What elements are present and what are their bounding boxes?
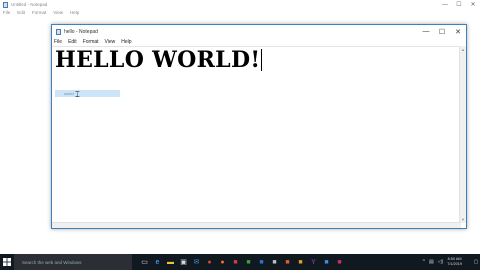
yahoo-icon[interactable]: Y xyxy=(307,254,320,270)
clock-date: 7/1/2019 xyxy=(447,262,462,266)
editor-line-1: HELLO WORLD! xyxy=(55,47,263,73)
window-title-bar[interactable]: hello - Notepad — ☐ ✕ xyxy=(52,25,466,38)
close-button[interactable]: ✕ xyxy=(450,25,466,38)
selected-text: world xyxy=(64,91,74,96)
app-icon-2[interactable]: ■ xyxy=(242,254,255,270)
maximize-button[interactable]: ☐ xyxy=(452,0,466,9)
background-window-title: Untitled - Notepad xyxy=(11,2,48,7)
system-tray: ^ ▤ ◁) 8:50 AM 7/1/2019 ▢ xyxy=(423,254,480,270)
editor-text-area[interactable]: HELLO WORLD! world ⌶ xyxy=(52,46,461,223)
taskbar-pinned-apps: ▭ e ▬ ▣ ✉ ● ● ■ ■ ■ ■ ■ ■ Y ■ ■ xyxy=(138,254,346,270)
taskbar: Search the web and Windows ▭ e ▬ ▣ ✉ ● ●… xyxy=(0,254,480,270)
task-view-icon[interactable]: ▭ xyxy=(138,254,151,270)
windows-logo-icon[interactable] xyxy=(0,254,14,270)
editor-line-1-text: HELLO WORLD! xyxy=(55,47,261,73)
vertical-scrollbar[interactable]: ▲ ▼ xyxy=(459,46,466,223)
app-icon-7[interactable]: ■ xyxy=(320,254,333,270)
search-box[interactable]: Search the web and Windows xyxy=(14,254,132,270)
text-caret xyxy=(261,49,263,71)
mouse-cursor-icon: ⌶ xyxy=(75,90,80,99)
file-explorer-icon[interactable]: ▬ xyxy=(164,254,177,270)
firefox-icon[interactable]: ● xyxy=(216,254,229,270)
window-menu-bar: File Edit Format View Help xyxy=(52,38,466,46)
minimize-button[interactable]: — xyxy=(418,25,434,38)
menu-help[interactable]: Help xyxy=(70,10,79,15)
mail-icon[interactable]: ✉ xyxy=(190,254,203,270)
notepad-icon xyxy=(56,28,61,35)
chrome-icon[interactable]: ● xyxy=(203,254,216,270)
app-icon-4[interactable]: ■ xyxy=(268,254,281,270)
scroll-up-icon[interactable]: ▲ xyxy=(461,47,465,52)
menu-view[interactable]: View xyxy=(53,10,63,15)
menu-file[interactable]: File xyxy=(54,39,62,45)
notepad-icon xyxy=(3,1,8,8)
menu-edit[interactable]: Edit xyxy=(17,10,25,15)
search-placeholder: Search the web and Windows xyxy=(22,259,82,265)
close-button[interactable]: ✕ xyxy=(466,0,480,9)
menu-format[interactable]: Format xyxy=(32,10,46,15)
window-title: hello - Notepad xyxy=(64,28,98,35)
clock[interactable]: 8:50 AM 7/1/2019 xyxy=(447,257,462,267)
menu-view[interactable]: View xyxy=(105,39,116,45)
notepad-window: hello - Notepad — ☐ ✕ File Edit Format V… xyxy=(51,24,467,229)
maximize-button[interactable]: ☐ xyxy=(434,25,450,38)
background-menu-bar: File Edit Format View Help xyxy=(0,9,480,16)
edge-icon[interactable]: e xyxy=(151,254,164,270)
menu-format[interactable]: Format xyxy=(83,39,99,45)
volume-icon[interactable]: ◁) xyxy=(438,259,444,265)
store-icon[interactable]: ▣ xyxy=(177,254,190,270)
app-icon-3[interactable]: ■ xyxy=(255,254,268,270)
minimize-button[interactable]: — xyxy=(438,0,452,9)
desktop: Untitled - Notepad — ☐ ✕ File Edit Forma… xyxy=(0,0,480,270)
chevron-up-icon[interactable]: ^ xyxy=(423,259,425,265)
app-icon-6[interactable]: ■ xyxy=(294,254,307,270)
app-icon-8[interactable]: ■ xyxy=(333,254,346,270)
menu-help[interactable]: Help xyxy=(121,39,131,45)
app-icon-5[interactable]: ■ xyxy=(281,254,294,270)
horizontal-scrollbar[interactable] xyxy=(52,222,461,228)
network-icon[interactable]: ▤ xyxy=(429,259,434,265)
menu-edit[interactable]: Edit xyxy=(68,39,77,45)
menu-file[interactable]: File xyxy=(3,10,10,15)
scroll-down-icon[interactable]: ▼ xyxy=(461,217,465,222)
app-icon-1[interactable]: ■ xyxy=(229,254,242,270)
background-title-bar: Untitled - Notepad — ☐ ✕ xyxy=(0,0,480,9)
notification-icon[interactable]: ▢ xyxy=(472,254,480,270)
